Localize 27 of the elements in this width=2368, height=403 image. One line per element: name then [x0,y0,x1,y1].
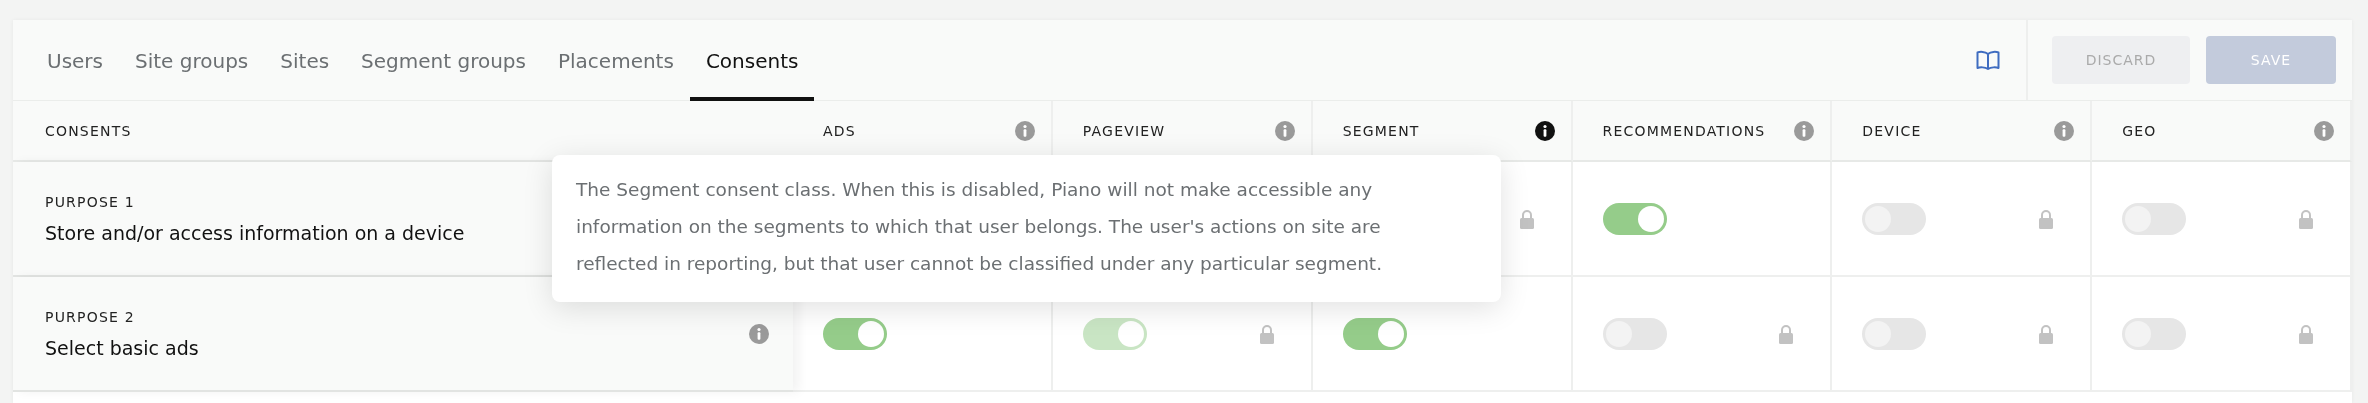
toggle-switch[interactable] [1342,317,1407,350]
book-icon[interactable] [1976,50,2000,70]
column-header: ADS [823,122,856,139]
tab[interactable]: Users [31,20,119,101]
column-header: PAGEVIEW [1082,122,1166,139]
tab[interactable]: Segment groups [345,20,542,101]
toggle-switch[interactable] [2122,202,2187,235]
tab[interactable]: Placements [542,20,690,101]
column-header: GEO [2122,122,2157,139]
toggle-switch[interactable] [1602,317,1667,350]
column-header: DEVICE [1862,122,1922,139]
tab[interactable]: Sites [264,20,346,101]
tab[interactable]: Site groups [119,20,265,101]
purpose-label: PURPOSE 1 [45,193,136,210]
purpose-title: Store and/or access information on a device [45,221,465,244]
toggle-switch[interactable] [823,317,887,350]
toggle-switch[interactable] [1862,317,1927,350]
toggle-switch[interactable] [1602,202,1667,235]
info-icon[interactable] [1534,120,1555,141]
purpose-label: PURPOSE 2 [45,308,136,325]
toggle-switch[interactable] [2122,317,2187,350]
toggle-switch[interactable] [1862,202,1927,235]
column-header: RECOMMENDATIONS [1602,122,1766,139]
purpose-title: Select basic ads [45,336,199,359]
column-header: CONSENTS [45,122,132,139]
column-header: SEGMENT [1342,122,1420,139]
tooltip: The Segment consent class. When this is disabled, Piano will not make accessible any information on the segments to which that user belongs. The user's actions on site are reflected in reporting, but that user cannot be classified under any particular segment. [552,155,1501,302]
